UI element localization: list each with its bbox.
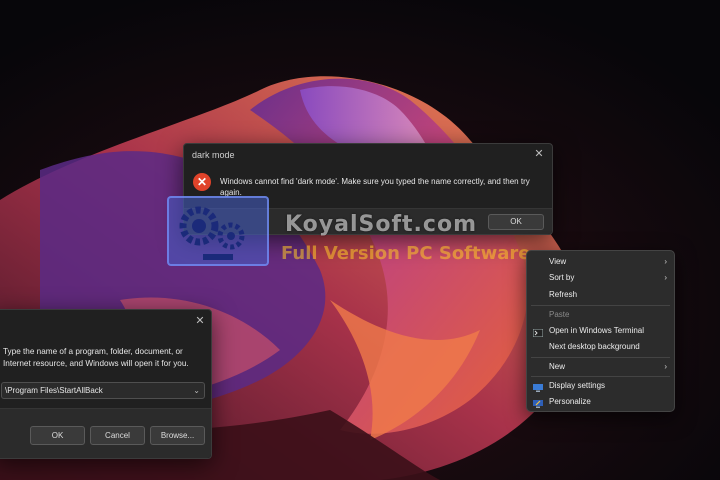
chevron-right-icon: ›: [664, 257, 667, 266]
menu-item-label: View: [549, 257, 567, 266]
menu-item-label: Next desktop background: [549, 342, 640, 351]
cancel-button[interactable]: Cancel: [90, 426, 145, 445]
menu-item-label: Paste: [549, 310, 570, 319]
error-message: Windows cannot find 'dark mode'. Make su…: [220, 177, 530, 197]
terminal-icon: [532, 327, 544, 338]
menu-item-personalize[interactable]: Personalize: [527, 394, 674, 410]
error-dialog-title: dark mode: [192, 150, 235, 160]
watermark-logo: [167, 196, 269, 266]
menu-item-label: Display settings: [549, 381, 606, 390]
chevron-down-icon[interactable]: ⌄: [193, 383, 200, 398]
ok-button[interactable]: OK: [30, 426, 85, 445]
personalize-icon: [533, 398, 543, 408]
watermark-subtitle: Full Version PC Software: [281, 243, 531, 264]
menu-item-label: Sort by: [549, 273, 575, 282]
chevron-right-icon: ›: [664, 273, 667, 282]
menu-item-view[interactable]: View ›: [527, 254, 674, 270]
watermark-title: KoyalSoft.com: [285, 212, 477, 237]
browse-button[interactable]: Browse...: [150, 426, 205, 445]
menu-item-display-settings[interactable]: Display settings: [527, 378, 674, 394]
menu-divider: [531, 357, 670, 358]
close-icon[interactable]: ✕: [532, 147, 546, 161]
run-dialog-footer: OK Cancel Browse...: [0, 408, 211, 458]
run-input-value: \Program Files\StartAllBack: [5, 386, 103, 395]
menu-item-label: Open in Windows Terminal: [549, 326, 645, 335]
menu-item-label: Refresh: [549, 290, 578, 299]
display-icon: [533, 382, 543, 392]
run-description: Type the name of a program, folder, docu…: [3, 347, 189, 368]
menu-item-refresh[interactable]: Refresh: [527, 287, 674, 303]
close-icon[interactable]: ✕: [193, 314, 207, 328]
menu-divider: [531, 305, 670, 306]
desktop-context-menu: View › Sort by › Refresh Paste Open in W…: [526, 250, 675, 412]
chevron-right-icon: ›: [664, 362, 667, 371]
menu-item-label: New: [549, 362, 566, 371]
gear-icon: [179, 206, 245, 260]
error-icon: ✕: [193, 173, 211, 191]
menu-item-label: Personalize: [549, 397, 591, 406]
menu-item-sort-by[interactable]: Sort by ›: [527, 270, 674, 286]
menu-item-new[interactable]: New ›: [527, 359, 674, 375]
run-open-input[interactable]: \Program Files\StartAllBack ⌄: [1, 382, 205, 399]
watermark: KoyalSoft.com Full Version PC Software: [167, 196, 537, 272]
menu-item-next-background[interactable]: Next desktop background: [527, 339, 674, 355]
menu-divider: [531, 376, 670, 377]
menu-item-paste[interactable]: Paste: [527, 307, 674, 323]
menu-item-open-terminal[interactable]: Open in Windows Terminal: [527, 323, 674, 339]
run-dialog: ✕ Type the name of a program, folder, do…: [0, 309, 212, 459]
